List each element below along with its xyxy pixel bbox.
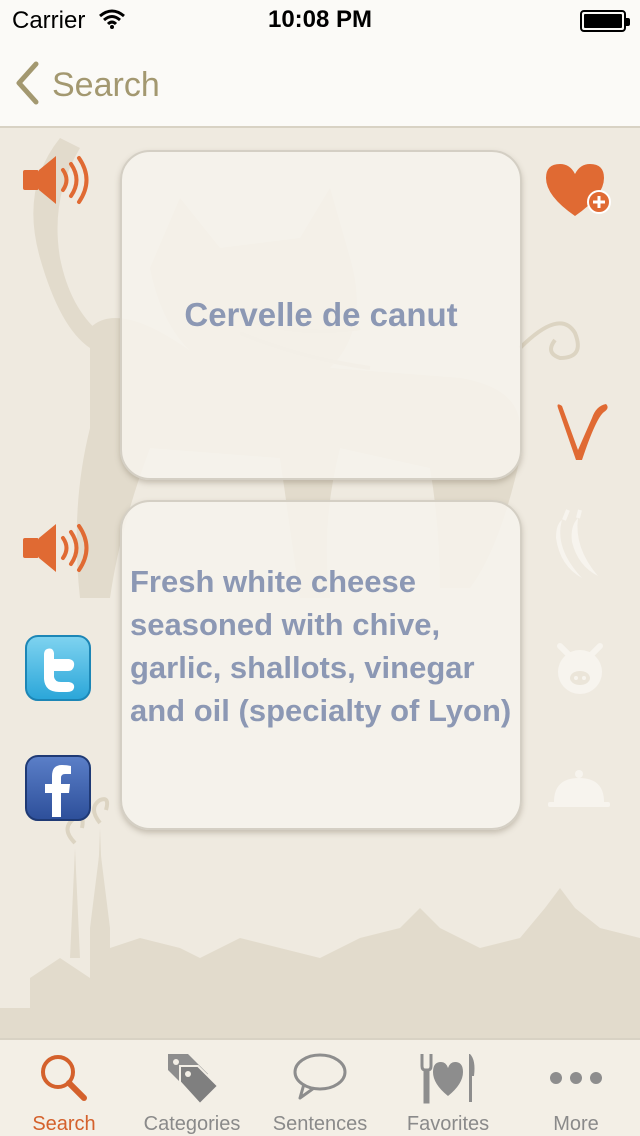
cloche-icon xyxy=(546,770,612,816)
tab-favorites[interactable]: Favorites xyxy=(384,1040,512,1136)
tab-label-more: More xyxy=(553,1113,599,1135)
vegetarian-indicator xyxy=(552,398,612,469)
tab-sentences[interactable]: Sentences xyxy=(256,1040,384,1136)
add-favorite-heart-icon xyxy=(542,164,614,226)
navigation-bar: Search xyxy=(0,40,640,128)
spicy-indicator xyxy=(548,508,604,587)
tab-more[interactable]: More xyxy=(512,1040,640,1136)
battery-icon xyxy=(580,10,630,32)
play-term-audio-button[interactable] xyxy=(20,152,92,213)
heart-fork-knife-icon xyxy=(384,1050,512,1106)
chili-pepper-icon xyxy=(548,509,604,586)
tab-label-categories: Categories xyxy=(143,1113,241,1135)
screen: Carrier 10:08 PM Search Cervelle de canu… xyxy=(0,0,640,1136)
twitter-icon xyxy=(25,635,91,705)
back-button-label: Search xyxy=(52,65,160,104)
term-card: Cervelle de canut xyxy=(120,150,522,480)
status-bar: Carrier 10:08 PM xyxy=(0,0,640,40)
facebook-icon xyxy=(25,755,91,825)
tab-search[interactable]: Search xyxy=(0,1040,128,1136)
pig-icon xyxy=(552,643,608,700)
speech-bubble-icon xyxy=(256,1050,384,1106)
term-text: Cervelle de canut xyxy=(184,296,458,333)
pork-indicator xyxy=(552,640,608,701)
chevron-left-icon xyxy=(14,61,40,110)
tab-label-sentences: Sentences xyxy=(272,1113,368,1135)
share-twitter-button[interactable] xyxy=(25,635,91,706)
speaker-icon xyxy=(20,524,92,580)
definition-card: Fresh white cheese seasoned with chive, … xyxy=(120,500,522,830)
back-button[interactable]: Search xyxy=(14,60,160,110)
tab-categories[interactable]: Categories xyxy=(128,1040,256,1136)
tab-bar: Search Categories Sentences Favorites Mo… xyxy=(0,1038,640,1136)
tab-label-search: Search xyxy=(32,1113,96,1135)
tab-label-favorites: Favorites xyxy=(406,1113,490,1135)
vegetarian-v-icon xyxy=(552,404,612,468)
speaker-icon xyxy=(20,156,92,212)
more-dots-icon xyxy=(512,1050,640,1106)
share-facebook-button[interactable] xyxy=(25,755,91,826)
search-icon xyxy=(0,1050,128,1106)
tags-icon xyxy=(128,1050,256,1106)
definition-text: Fresh white cheese seasoned with chive, … xyxy=(130,564,512,728)
dish-indicator xyxy=(546,768,612,817)
clock: 10:08 PM xyxy=(267,6,373,33)
play-definition-audio-button[interactable] xyxy=(20,520,92,581)
add-to-favorites-button[interactable] xyxy=(542,160,614,227)
